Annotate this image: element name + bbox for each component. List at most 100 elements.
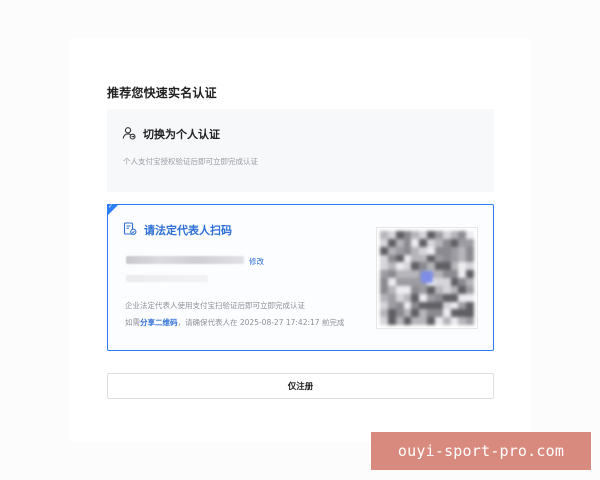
qr-module — [387, 231, 396, 239]
qr-module — [434, 262, 443, 271]
qr-module — [380, 309, 388, 318]
qr-module — [466, 262, 474, 271]
note-prefix: 如需 — [125, 318, 140, 327]
check-icon: ✓ — [108, 203, 114, 210]
qr-module — [387, 301, 396, 310]
qr-module — [395, 278, 404, 286]
qr-module — [380, 254, 388, 263]
qr-code — [376, 227, 478, 329]
qr-module — [434, 270, 443, 278]
qr-module — [403, 301, 412, 310]
redacted-company-name — [126, 256, 244, 264]
qr-module — [434, 231, 443, 239]
qr-module — [442, 293, 451, 302]
qr-module — [427, 317, 435, 325]
qr-module — [419, 262, 427, 271]
personal-auth-option[interactable]: 切换为个人认证 个人支付宝授权验证后即可立即完成认证 — [107, 109, 494, 192]
qr-module — [434, 293, 443, 302]
qr-module — [427, 301, 435, 310]
qr-module — [442, 238, 451, 247]
qr-module — [411, 293, 420, 302]
qr-module — [458, 231, 467, 239]
qr-module — [380, 262, 388, 271]
register-only-button[interactable]: 仅注册 — [107, 373, 494, 399]
qr-module — [403, 246, 412, 255]
qr-module — [442, 231, 451, 239]
legal-rep-auth-option[interactable]: ✓ 请法定代表人扫码 修改 企业法定代表人使用支付宝扫验证后即可立即完成认证 如… — [107, 203, 494, 351]
qr-module — [395, 262, 404, 271]
qr-module — [419, 317, 427, 325]
qr-module — [450, 317, 459, 325]
qr-module — [442, 262, 451, 271]
document-scan-icon — [123, 222, 137, 235]
personal-auth-description: 个人支付宝授权验证后即可立即完成认证 — [123, 157, 258, 166]
qr-module — [411, 270, 420, 278]
qr-module — [411, 246, 420, 255]
qr-module — [434, 317, 443, 325]
qr-module — [395, 254, 404, 263]
edit-link[interactable]: 修改 — [249, 256, 264, 267]
qr-module — [450, 285, 459, 294]
qr-module — [419, 301, 427, 310]
qr-module — [427, 231, 435, 239]
qr-module — [419, 293, 427, 302]
qr-module — [466, 285, 474, 294]
watermark-text: ouyi-sport-pro.com — [397, 442, 565, 460]
qr-module — [434, 309, 443, 318]
qr-module — [395, 317, 404, 325]
qr-module — [450, 270, 459, 278]
qr-module — [427, 246, 435, 255]
share-qr-link[interactable]: 分享二维码 — [140, 318, 178, 327]
watermark: ouyi-sport-pro.com — [371, 432, 591, 470]
qr-module — [403, 231, 412, 239]
redacted-detail — [126, 275, 208, 282]
qr-module — [458, 254, 467, 263]
qr-module — [434, 285, 443, 294]
qr-module — [458, 293, 467, 302]
qr-module — [395, 309, 404, 318]
qr-module — [466, 278, 474, 286]
qr-module — [395, 270, 404, 278]
qr-module — [434, 238, 443, 247]
qr-module — [403, 262, 412, 271]
qr-module — [403, 270, 412, 278]
qr-module — [403, 238, 412, 247]
qr-module — [458, 278, 467, 286]
legal-rep-title: 请法定代表人扫码 — [144, 224, 232, 237]
qr-module — [411, 238, 420, 247]
qr-module — [442, 317, 451, 325]
qr-module — [419, 246, 427, 255]
share-qr-note: 如需分享二维码，请确保代表人在 2025-08-27 17:42:17 前完成 — [125, 317, 344, 328]
qr-module — [403, 278, 412, 286]
qr-module — [380, 270, 388, 278]
qr-module — [458, 301, 467, 310]
qr-module — [427, 285, 435, 294]
qr-module — [395, 285, 404, 294]
qr-module — [380, 293, 388, 302]
qr-module — [387, 309, 396, 318]
qr-module — [380, 301, 388, 310]
qr-module — [466, 293, 474, 302]
qr-module — [450, 238, 459, 247]
qr-module — [450, 278, 459, 286]
qr-module — [419, 231, 427, 239]
qr-module — [466, 270, 474, 278]
qr-module — [458, 317, 467, 325]
qr-module — [411, 278, 420, 286]
qr-module — [466, 309, 474, 318]
qr-module — [458, 309, 467, 318]
qr-module — [403, 293, 412, 302]
qr-module — [387, 285, 396, 294]
qr-module — [442, 301, 451, 310]
qr-module — [458, 285, 467, 294]
qr-module — [387, 278, 396, 286]
qr-module — [427, 254, 435, 263]
qr-module — [419, 285, 427, 294]
qr-module — [411, 262, 420, 271]
qr-module — [450, 246, 459, 255]
qr-module — [450, 262, 459, 271]
qr-module — [380, 285, 388, 294]
page-title: 推荐您快速实名认证 — [107, 86, 217, 100]
qr-module — [387, 262, 396, 271]
qr-module — [466, 317, 474, 325]
